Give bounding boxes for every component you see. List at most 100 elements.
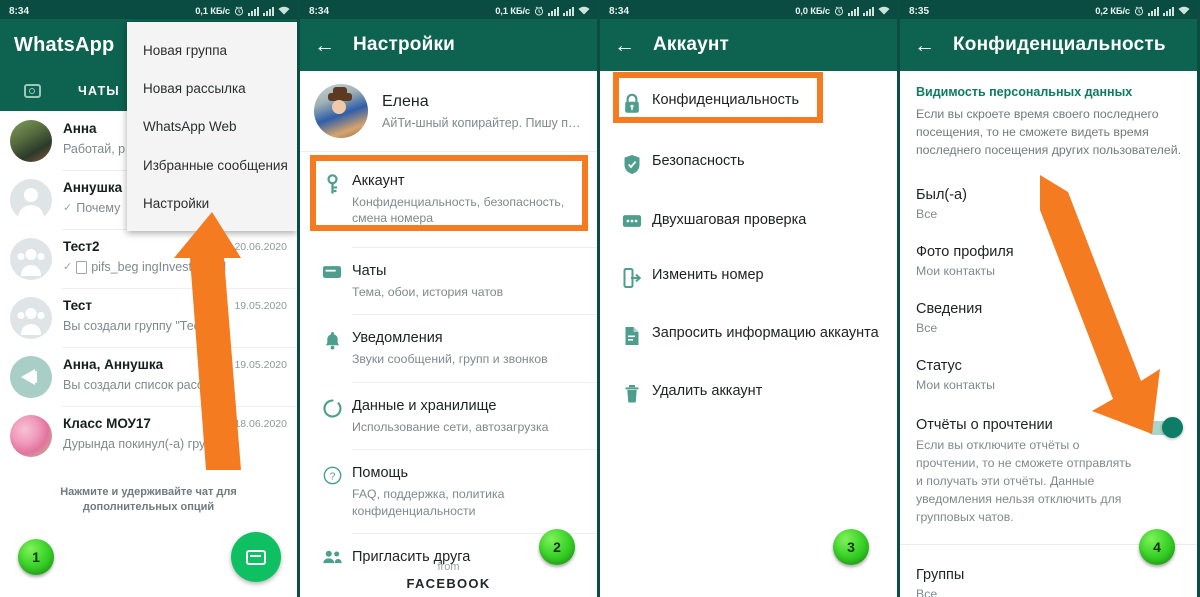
settings-item-title: Уведомления <box>352 330 443 347</box>
new-chat-icon <box>246 549 266 565</box>
panel-account: 8:34 0,0 КБ/c ← Аккаунт Конфиденциальнос… <box>600 0 900 597</box>
privacy-row-profile-photo[interactable]: Фото профиля Мои контакты <box>900 222 1197 279</box>
new-chat-fab[interactable] <box>231 532 281 582</box>
trash-icon <box>612 382 652 404</box>
list-item[interactable]: Класс МОУ17 Дурында покинул(-а) группу 1… <box>0 406 297 465</box>
signal-bars-2-icon <box>263 6 274 16</box>
step-badge-3: 3 <box>833 529 869 565</box>
wifi-icon <box>578 6 590 16</box>
screenshot-stage: 8:34 0,1 КБ/c WhatsApp ЧАТЫ Анна Работай… <box>0 0 1200 597</box>
chat-name: Анна, Аннушка <box>63 357 164 372</box>
privacy-row-title: Сведения <box>916 301 983 318</box>
status-data-speed: 0,0 КБ/c <box>795 5 830 17</box>
list-item[interactable]: Тест Вы создали группу "Тест " 19.05.202… <box>0 288 297 347</box>
menu-item-starred[interactable]: Избранные сообщения <box>127 147 297 185</box>
panel-settings: 8:34 0,1 КБ/c ← Настройки Елена АйТи-шны… <box>300 0 600 597</box>
bell-icon <box>312 329 352 351</box>
menu-item-settings[interactable]: Настройки <box>127 185 297 223</box>
status-data-speed: 0,1 КБ/c <box>195 5 230 17</box>
profile-name: Елена <box>382 93 429 110</box>
privacy-row-last-seen[interactable]: Был(-а) Все <box>900 165 1197 222</box>
alarm-icon <box>1134 6 1144 16</box>
settings-item-title: Чаты <box>352 263 387 280</box>
back-arrow-icon[interactable]: ← <box>614 35 635 56</box>
account-item-title: Конфиденциальность <box>652 92 800 108</box>
alarm-icon <box>534 6 544 16</box>
menu-item-new-group[interactable]: Новая группа <box>127 32 297 70</box>
account-item-request-info[interactable]: Запросить информацию аккаунта <box>600 305 897 364</box>
help-icon: ? <box>312 464 352 485</box>
check-icon: ✓ <box>63 260 73 273</box>
key-icon <box>312 172 352 195</box>
status-bar-4: 8:35 0,2 КБ/c <box>900 0 1197 19</box>
read-receipts-toggle[interactable] <box>1147 417 1183 439</box>
data-icon <box>312 397 352 418</box>
settings-item-title: Аккаунт <box>352 173 405 189</box>
account-item-two-step[interactable]: Двухшаговая проверка <box>600 193 897 248</box>
privacy-row-about[interactable]: Сведения Все <box>900 279 1197 336</box>
list-item[interactable]: Тест2 ✓ pifs_beg ingInvestor.psd 20.06.20… <box>0 229 297 288</box>
signal-bars-2-icon <box>863 6 874 16</box>
settings-item-account[interactable]: Аккаунт Конфиденциальность, безопасность… <box>300 152 597 248</box>
account-item-change-number[interactable]: Изменить номер <box>600 247 897 306</box>
privacy-row-title: Фото профиля <box>916 244 1014 261</box>
chat-name: Тест <box>63 298 93 313</box>
read-receipts-description: Если вы отключите отчёты о прочтении, то… <box>916 438 1132 524</box>
app-bar-account: ← Аккаунт <box>600 19 897 71</box>
exit-icon <box>612 266 652 288</box>
page-title: Конфиденциальность <box>953 34 1166 55</box>
signal-bars-2-icon <box>1163 6 1174 16</box>
menu-item-whatsapp-web[interactable]: WhatsApp Web <box>127 108 297 146</box>
wifi-icon <box>1178 6 1190 16</box>
list-item[interactable]: Анна, Аннушка Вы создали список рассылки… <box>0 347 297 406</box>
back-arrow-icon[interactable]: ← <box>314 35 335 56</box>
alarm-icon <box>234 6 244 16</box>
avatar <box>10 415 52 457</box>
privacy-row-value: Мои контакты <box>916 264 995 279</box>
settings-item-help[interactable]: ? Помощь FAQ, поддержка, политика конфид… <box>300 450 597 534</box>
profile-row[interactable]: Елена АйТи-шный копирайтер. Пишу прост..… <box>300 71 597 151</box>
account-item-delete-account[interactable]: Удалить аккаунт <box>600 363 897 422</box>
document-icon <box>76 261 88 275</box>
privacy-row-status[interactable]: Статус Мои контакты <box>900 336 1197 393</box>
avatar <box>314 84 368 138</box>
app-title: WhatsApp <box>14 33 115 56</box>
profile-status: АйТи-шный копирайтер. Пишу прост... <box>382 116 583 130</box>
shield-icon <box>612 152 652 175</box>
settings-item-notifications[interactable]: Уведомления Звуки сообщений, групп и зво… <box>300 315 597 382</box>
status-time: 8:34 <box>309 5 330 17</box>
long-press-hint: Нажмите и удерживайте чат для дополнител… <box>60 486 237 514</box>
status-data-speed: 0,1 КБ/c <box>495 5 530 17</box>
avatar <box>10 120 52 162</box>
back-arrow-icon[interactable]: ← <box>914 35 935 56</box>
check-icon: ✓ <box>63 201 73 214</box>
step-badge-1: 1 <box>18 539 54 575</box>
section-title: Видимость персональных данных <box>916 85 1133 99</box>
signal-bars-1-icon <box>248 6 259 16</box>
chat-preview: Вы создали список рассылки с 2 п... <box>63 377 229 392</box>
settings-item-chats[interactable]: Чаты Тема, обои, история чатов <box>300 248 597 315</box>
panel-whatsapp-chats: 8:34 0,1 КБ/c WhatsApp ЧАТЫ Анна Работай… <box>0 0 300 597</box>
settings-item-title: Помощь <box>352 465 409 482</box>
account-item-privacy[interactable]: Конфиденциальность <box>600 71 897 134</box>
settings-item-title: Данные и хранилище <box>352 397 497 414</box>
tab-chats[interactable]: ЧАТЫ <box>78 84 120 98</box>
privacy-row-read-receipts[interactable]: Отчёты о прочтении Если вы отключите отч… <box>900 393 1197 527</box>
signal-bars-1-icon <box>548 6 559 16</box>
tab-camera[interactable] <box>10 84 54 98</box>
privacy-row-title: Статус <box>916 358 962 375</box>
overflow-menu: Новая группа Новая рассылка WhatsApp Web… <box>127 22 297 231</box>
menu-item-new-broadcast[interactable]: Новая рассылка <box>127 70 297 108</box>
privacy-row-value: Все <box>916 586 938 597</box>
account-item-title: Изменить номер <box>652 266 764 283</box>
chat-preview: Дурында покинул(-а) группу <box>63 436 226 451</box>
settings-item-data-storage[interactable]: Данные и хранилище Использование сети, а… <box>300 382 597 450</box>
panel-privacy: 8:35 0,2 КБ/c ← Конфиденциальность Видим… <box>900 0 1200 597</box>
chat-date: 20.06.2020 <box>234 241 287 253</box>
signal-bars-2-icon <box>563 6 574 16</box>
status-bar-3: 8:34 0,0 КБ/c <box>600 0 897 19</box>
status-time: 8:35 <box>909 5 930 17</box>
status-bar-1: 8:34 0,1 КБ/c <box>0 0 297 19</box>
account-item-security[interactable]: Безопасность <box>600 134 897 193</box>
chat-preview: ✓ pifs_beg ingInvestor.psd <box>63 259 227 275</box>
